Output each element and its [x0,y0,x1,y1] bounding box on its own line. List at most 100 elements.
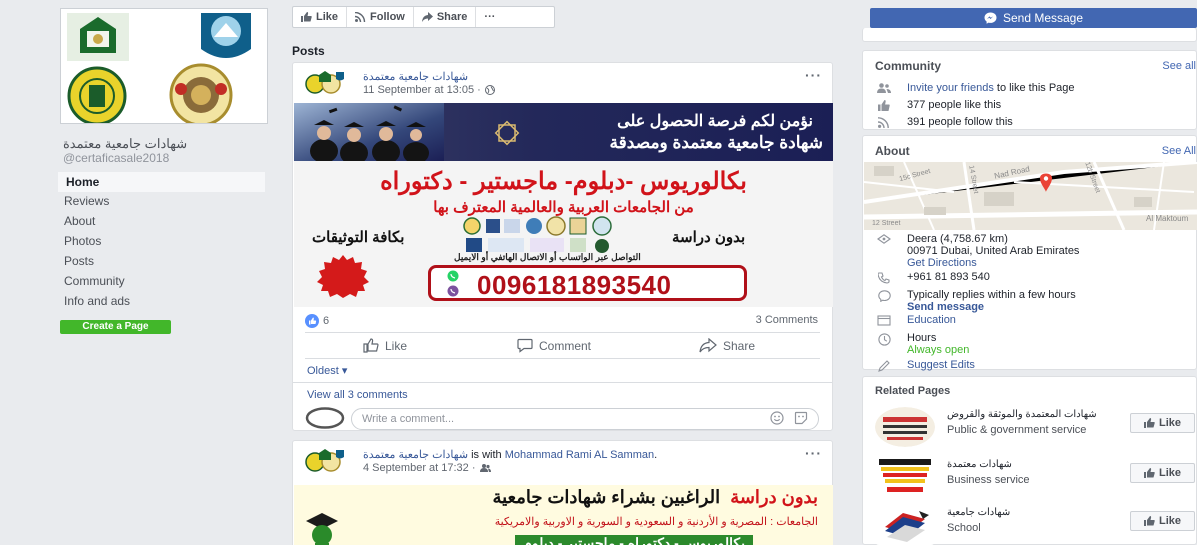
send-message-link[interactable]: Send message [907,301,1076,313]
category-row: Education [875,314,956,328]
post-timestamp[interactable]: 4 September at 17:32 · [363,462,491,474]
send-message-label: Send Message [1002,11,1084,25]
comment-input[interactable]: Write a comment... [351,408,819,430]
related-page-name[interactable]: شهادات المعتمدة والموثقة والقروض [947,409,1097,420]
about-card: About See All Nad Road 15c Street 14 Str… [862,135,1197,373]
related-page-like-button[interactable]: Like [1130,413,1195,433]
map-label: Al Maktoum [1146,214,1189,223]
posts-heading: Posts [292,44,325,58]
post-author-name[interactable]: شهادات جامعية معتمدة [363,70,468,83]
related-page-thumbnail[interactable] [875,505,935,545]
pencil-icon [875,359,893,373]
post-comment-button[interactable]: Comment [517,338,591,353]
nav-item-reviews[interactable]: Reviews [58,191,265,211]
post-like-button[interactable]: Like [363,338,407,353]
ad-headline-black: الراغبين بشراء شهادات جامعية [492,487,721,507]
related-pages-title: Related Pages [875,385,951,397]
emoji-icon[interactable] [770,411,784,425]
category-link[interactable]: Education [907,314,956,326]
post-author-name[interactable]: شهادات جامعية معتمدة [363,449,468,461]
get-directions-link[interactable]: Get Directions [907,257,1079,269]
nav-item-info-and-ads[interactable]: Info and ads [58,291,265,311]
ad-headline-1: نؤمن لكم فرصة الحصول على [617,113,813,130]
ad-headline-2: شهادة جامعية معتمدة ومصدقة [609,133,823,152]
graduates-photo [294,103,444,161]
nav-item-posts[interactable]: Posts [58,251,265,271]
invite-friends-link[interactable]: Invite your friends [907,82,994,94]
page-more-button[interactable]: ··· [476,7,503,27]
address-row: Deera (4,758.67 km) 00971 Dubai, United … [875,233,1079,269]
suggest-edits-row: Suggest Edits [875,359,975,373]
profile-picture[interactable] [60,8,268,124]
related-page-like-button[interactable]: Like [1130,511,1195,531]
related-page-item: شهادات جامعية School Like [875,503,1195,545]
post-author-line: شهادات جامعية معتمدة is with Mohammad Ra… [363,448,657,461]
community-see-all-link[interactable]: See all [1162,60,1196,72]
related-page-category: School [947,522,981,534]
post-options-button[interactable]: ··· [805,445,822,461]
messenger-outline-icon [875,289,893,303]
phone-row: +961 81 893 540 [875,271,990,285]
suggest-edits-link[interactable]: Suggest Edits [907,359,975,371]
related-page-item: شهادات المعتمدة والموثقة والقروض Public … [875,405,1195,453]
page-follow-button[interactable]: Follow [347,7,414,27]
related-page-thumbnail[interactable] [875,457,935,497]
like-reaction-icon [305,314,319,328]
likes-row: 377 people like this [875,98,1001,112]
nav-item-photos[interactable]: Photos [58,231,265,251]
page-name[interactable]: شهادات جامعية معتمدة [63,136,263,152]
page-share-label: Share [436,11,468,23]
page-share-button[interactable]: Share [414,7,477,27]
ad-all-documents: بكافة التوثيقات [312,229,405,246]
post-share-label: Share [723,338,756,353]
send-message-button[interactable]: Send Message [870,8,1197,28]
hours-status: Always open [907,344,970,356]
related-page-like-button[interactable]: Like [1130,463,1195,483]
related-page-category: Business service [947,474,1030,486]
comments-count-link[interactable]: 3 Comments [756,314,818,326]
thumbs-up-icon [1143,468,1155,478]
post: شهادات جامعية معتمدة is with Mohammad Ra… [292,440,833,545]
rss-follow-icon [875,115,893,129]
graduate-logo [302,511,342,545]
sticker-icon[interactable] [794,411,808,425]
post-image[interactable]: نؤمن لكم فرصة الحصول على شهادة جامعية مع… [294,103,833,307]
post-options-button[interactable]: ··· [805,67,822,83]
follows-row: 391 people follow this [875,115,1013,129]
post-comment-label: Comment [539,338,592,353]
nav-item-home[interactable]: Home [58,172,265,192]
post-image[interactable]: بدون دراسة الراغبين بشراء شهادات جامعية … [294,485,833,545]
friends-icon [479,463,491,473]
page-like-button[interactable]: Like [293,7,348,27]
likes-count: 377 people like this [907,99,1002,111]
related-page-name[interactable]: شهادات معتمدة [947,459,1012,470]
post-author-avatar[interactable] [305,448,345,473]
nav-item-community[interactable]: Community [58,271,265,291]
related-like-label: Like [1158,515,1181,527]
share-arrow-icon [421,12,433,22]
post-author-avatar[interactable] [305,70,345,95]
reactions-summary[interactable]: 6 [305,314,329,328]
thumbs-up-icon [875,98,893,112]
divider [305,332,820,333]
phone-number[interactable]: +961 81 893 540 [907,271,990,283]
related-page-category: Public & government service [947,424,1087,436]
card-fragment [862,28,1197,42]
ad-phone-box: 0096181893540 [428,265,747,301]
nav-item-about[interactable]: About [58,211,265,231]
post-share-button[interactable]: Share [699,338,755,353]
ad-degrees: بكالوريوس -دبلوم- ماجستير - دكتوراه [380,168,747,195]
community-card: Community See all Invite your friends to… [862,50,1197,130]
comment-sort-dropdown[interactable]: Oldest ▾ [307,364,347,377]
related-page-name[interactable]: شهادات جامعية [947,507,1010,518]
post-timestamp[interactable]: 11 September at 13:05 · [363,84,495,96]
tagged-person-link[interactable]: Mohammad Rami AL Samman [505,449,654,461]
create-page-button[interactable]: Create a Page [60,320,171,334]
view-all-comments-link[interactable]: View all 3 comments [307,389,408,401]
with-text: is with [468,449,505,461]
location-map[interactable]: Nad Road 15c Street 14 Street 12b Street… [864,162,1197,230]
about-see-all-link[interactable]: See All [1162,145,1196,157]
location-pin-icon [875,233,893,247]
with-end: . [654,449,658,461]
related-page-thumbnail[interactable] [875,407,935,447]
